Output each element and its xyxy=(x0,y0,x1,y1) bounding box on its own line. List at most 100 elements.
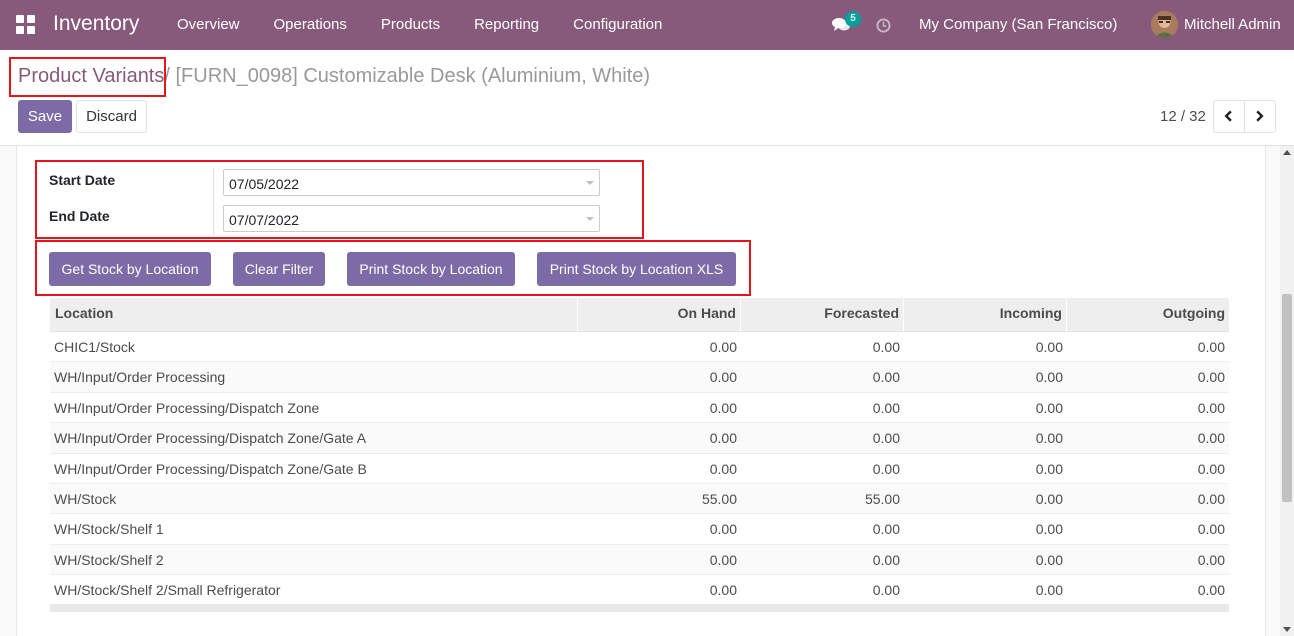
cell-incoming: 0.00 xyxy=(1035,490,1063,507)
cell-outgoing: 0.00 xyxy=(1197,399,1225,416)
company-switcher[interactable]: My Company (San Francisco) xyxy=(919,16,1117,33)
cell-incoming: 0.00 xyxy=(1035,369,1063,386)
apps-grid-icon[interactable] xyxy=(16,15,36,35)
menu-reporting[interactable]: Reporting xyxy=(457,0,556,50)
scrollbar-thumb[interactable] xyxy=(1282,294,1292,502)
caret-down-icon xyxy=(586,181,594,185)
chevron-left-icon xyxy=(1224,110,1232,122)
cell-incoming: 0.00 xyxy=(1035,399,1063,416)
cell-on-hand: 0.00 xyxy=(709,430,737,447)
print-stock-by-location-button[interactable]: Print Stock by Location xyxy=(347,252,515,286)
user-menu[interactable]: Mitchell Admin xyxy=(1184,16,1281,33)
cell-forecasted: 0.00 xyxy=(872,521,900,538)
menu-configuration[interactable]: Configuration xyxy=(556,0,679,50)
cell-forecasted: 0.00 xyxy=(872,369,900,386)
cell-incoming: 0.00 xyxy=(1035,582,1063,599)
table-row[interactable]: WH/Stock/Shelf 2 0.00 0.00 0.00 0.00 xyxy=(50,544,1229,576)
cell-incoming: 0.00 xyxy=(1035,430,1063,447)
cell-forecasted: 0.00 xyxy=(872,582,900,599)
cell-location: WH/Input/Order Processing/Dispatch Zone/… xyxy=(54,430,367,447)
pager-previous-button[interactable] xyxy=(1213,100,1245,133)
top-navbar: Inventory Overview Operations Products R… xyxy=(0,0,1294,50)
pager-next-button[interactable] xyxy=(1244,100,1276,133)
cell-on-hand: 0.00 xyxy=(709,521,737,538)
column-on-hand[interactable]: On Hand xyxy=(578,298,741,332)
cell-location: WH/Input/Order Processing/Dispatch Zone xyxy=(54,399,320,416)
field-separator xyxy=(213,168,214,236)
cell-outgoing: 0.00 xyxy=(1197,582,1225,599)
main-menu: Overview Operations Products Reporting C… xyxy=(160,0,679,50)
cell-on-hand: 0.00 xyxy=(709,460,737,477)
app-name[interactable]: Inventory xyxy=(53,12,139,36)
end-date-value: 07/07/2022 xyxy=(229,212,300,228)
column-outgoing[interactable]: Outgoing xyxy=(1067,298,1229,332)
table-footer xyxy=(50,604,1229,612)
cell-forecasted: 0.00 xyxy=(872,339,900,355)
table-row[interactable]: WH/Input/Order Processing/Dispatch Zone/… xyxy=(50,454,1229,484)
cell-forecasted: 0.00 xyxy=(872,399,900,416)
cell-outgoing: 0.00 xyxy=(1197,551,1225,568)
cell-on-hand: 0.00 xyxy=(709,551,737,568)
cell-outgoing: 0.00 xyxy=(1197,490,1225,507)
cell-location: WH/Input/Order Processing/Dispatch Zone/… xyxy=(54,460,367,477)
table-header: Location On Hand Forecasted Incoming Out… xyxy=(50,298,1229,332)
table-row[interactable]: WH/Input/Order Processing 0.00 0.00 0.00 0.0… xyxy=(50,362,1229,393)
cell-on-hand: 55.00 xyxy=(701,490,737,507)
discard-button[interactable]: Discard xyxy=(76,100,147,133)
table-row[interactable]: WH/Stock 55.00 55.00 0.00 0.00 xyxy=(50,483,1229,515)
menu-products[interactable]: Products xyxy=(364,0,457,50)
cell-location: CHIC1/Stock xyxy=(54,339,135,355)
cell-incoming: 0.00 xyxy=(1035,521,1063,538)
breadcrumb: Product Variants/ [FURN_0098] Customizab… xyxy=(18,65,650,88)
cell-location: WH/Input/Order Processing xyxy=(54,369,226,386)
cell-incoming: 0.00 xyxy=(1035,551,1063,568)
cell-outgoing: 0.00 xyxy=(1197,521,1225,538)
cell-outgoing: 0.00 xyxy=(1197,460,1225,477)
get-stock-by-location-button[interactable]: Get Stock by Location xyxy=(49,252,211,286)
pager-value[interactable]: 12 / 32 xyxy=(1160,108,1206,125)
cell-forecasted: 55.00 xyxy=(864,490,900,507)
menu-operations[interactable]: Operations xyxy=(257,0,364,50)
cell-location: WH/Stock/Shelf 2/Small Refrigerator xyxy=(54,582,281,599)
table-row[interactable]: CHIC1/Stock 0.00 0.00 0.00 0.00 xyxy=(50,332,1229,363)
scroll-up-arrow-icon[interactable] xyxy=(1283,150,1291,155)
end-date-input[interactable]: 07/07/2022 xyxy=(223,205,600,232)
save-button[interactable]: Save xyxy=(18,100,72,133)
cell-location: WH/Stock/Shelf 2 xyxy=(54,551,164,568)
cell-incoming: 0.00 xyxy=(1035,460,1063,477)
table-row[interactable]: WH/Input/Order Processing/Dispatch Zone/… xyxy=(50,423,1229,454)
cell-outgoing: 0.00 xyxy=(1197,430,1225,447)
cell-forecasted: 0.00 xyxy=(872,460,900,477)
cell-on-hand: 0.00 xyxy=(709,399,737,416)
stock-table: Location On Hand Forecasted Incoming Out… xyxy=(50,298,1229,606)
table-row[interactable]: WH/Input/Order Processing/Dispatch Zone 0… xyxy=(50,393,1229,424)
avatar[interactable] xyxy=(1151,11,1178,38)
table-row[interactable]: WH/Stock/Shelf 2/Small Refrigerator 0.00 0… xyxy=(50,575,1229,606)
column-forecasted[interactable]: Forecasted xyxy=(741,298,904,332)
menu-overview[interactable]: Overview xyxy=(160,0,257,50)
table-row[interactable]: WH/Stock/Shelf 1 0.00 0.00 0.00 0.00 xyxy=(50,514,1229,545)
start-date-input[interactable]: 07/05/2022 xyxy=(223,169,600,196)
chat-badge: 5 xyxy=(845,11,861,27)
chevron-right-icon xyxy=(1256,110,1264,122)
cell-location: WH/Stock/Shelf 1 xyxy=(54,521,164,538)
control-panel: Product Variants/ [FURN_0098] Customizab… xyxy=(0,50,1294,146)
cell-incoming: 0.00 xyxy=(1035,339,1063,355)
caret-down-icon xyxy=(586,217,594,221)
cell-forecasted: 0.00 xyxy=(872,430,900,447)
cell-on-hand: 0.00 xyxy=(709,339,737,355)
table-body: CHIC1/Stock 0.00 0.00 0.00 0.00 WH/Input/Orde… xyxy=(50,332,1229,606)
column-incoming[interactable]: Incoming xyxy=(904,298,1067,332)
start-date-label: Start Date xyxy=(49,172,116,188)
clock-icon[interactable] xyxy=(876,18,891,33)
start-date-value: 07/05/2022 xyxy=(229,176,300,192)
clear-filter-button[interactable]: Clear Filter xyxy=(233,252,325,286)
breadcrumb-parent[interactable]: Product Variants xyxy=(18,65,164,87)
cell-outgoing: 0.00 xyxy=(1197,369,1225,386)
cell-forecasted: 0.00 xyxy=(872,551,900,568)
breadcrumb-separator: / xyxy=(164,65,176,87)
column-location[interactable]: Location xyxy=(50,298,578,332)
cell-on-hand: 0.00 xyxy=(709,369,737,386)
print-stock-by-location-xls-button[interactable]: Print Stock by Location XLS xyxy=(537,252,736,286)
scroll-down-arrow-icon[interactable] xyxy=(1283,627,1291,632)
